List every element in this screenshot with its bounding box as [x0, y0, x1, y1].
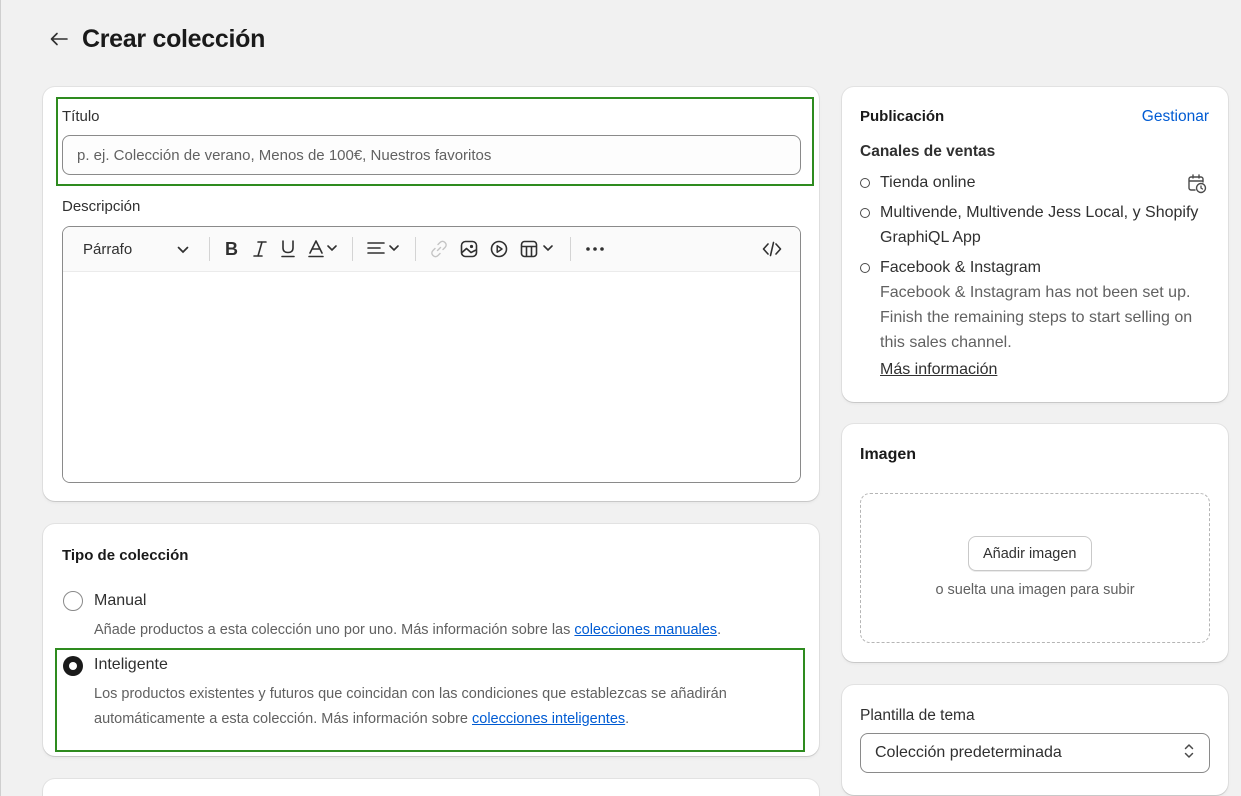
manage-link[interactable]: Gestionar [1142, 108, 1209, 126]
toolbar-divider [209, 237, 210, 261]
manual-help-prefix: Añade productos a esta colección uno por… [94, 622, 575, 638]
more-icon[interactable] [579, 234, 611, 264]
toolbar-divider [415, 237, 416, 261]
table-icon[interactable] [514, 234, 562, 264]
description-editor: Párrafo B [62, 226, 801, 483]
manual-help-suffix: . [717, 622, 722, 638]
drop-hint: o suelta una imagen para subir [935, 582, 1135, 598]
add-image-button[interactable]: Añadir imagen [968, 536, 1092, 571]
facebook-setup-note: Facebook & Instagram has not been set up… [880, 284, 1193, 351]
underline-icon[interactable] [274, 234, 302, 264]
text-color-icon[interactable] [302, 234, 344, 264]
paragraph-format-select[interactable]: Párrafo [83, 241, 201, 258]
bold-icon[interactable]: B [218, 234, 246, 264]
image-icon[interactable] [454, 234, 484, 264]
title-input[interactable] [62, 135, 801, 175]
more-info-link[interactable]: Más información [880, 357, 997, 382]
theme-template-card: Plantilla de tema Colección predetermina… [842, 685, 1228, 795]
smart-help-text: Los productos existentes y futuros que c… [94, 682, 804, 732]
manual-help-text: Añade productos a esta colección uno por… [94, 618, 804, 643]
channel-facebook-instagram: Facebook & Instagram [880, 259, 1041, 276]
page-header: Crear colección [48, 22, 265, 56]
editor-toolbar: Párrafo B [63, 227, 800, 272]
toolbar-divider [570, 237, 571, 261]
image-card: Imagen Añadir imagen o suelta una imagen… [842, 424, 1228, 662]
channel-bullet [860, 178, 870, 188]
collection-type-heading: Tipo de colección [62, 547, 189, 564]
theme-template-select[interactable]: Colección predeterminada [860, 733, 1210, 773]
video-icon[interactable] [484, 234, 514, 264]
chevron-down-icon [177, 241, 189, 258]
image-title: Imagen [860, 446, 917, 463]
collection-type-card: Tipo de colección Manual Añade productos… [43, 524, 819, 756]
smart-radio-label[interactable]: Inteligente [94, 656, 168, 674]
manual-collections-link[interactable]: colecciones manuales [574, 622, 717, 638]
theme-template-label: Plantilla de tema [860, 707, 975, 724]
channel-bullet [860, 263, 870, 273]
image-dropzone[interactable]: Añadir imagen o suelta una imagen para s… [860, 493, 1210, 643]
manual-radio[interactable] [63, 591, 83, 611]
align-icon[interactable] [361, 234, 407, 264]
link-icon[interactable] [424, 234, 454, 264]
description-content-area[interactable] [63, 272, 800, 482]
title-label: Título [62, 108, 100, 125]
smart-help-suffix: . [625, 711, 630, 727]
smart-radio[interactable] [63, 656, 83, 676]
publication-card: Publicación Gestionar Canales de ventas … [842, 87, 1228, 402]
sales-channels-heading: Canales de ventas [860, 143, 996, 160]
window-edge [0, 0, 1, 796]
select-arrows-icon [1183, 742, 1195, 765]
arrow-left-icon[interactable] [48, 28, 70, 50]
conditions-card [43, 779, 819, 796]
smart-help-prefix: Los productos existentes y futuros que c… [94, 686, 727, 727]
toolbar-divider [352, 237, 353, 261]
theme-template-value: Colección predeterminada [875, 744, 1062, 761]
channel-bullet [860, 208, 870, 218]
page-title: Crear colección [82, 24, 266, 53]
code-icon[interactable] [756, 234, 788, 264]
publication-title: Publicación [860, 108, 945, 125]
channel-multivende: Multivende, Multivende Jess Local, y Sho… [880, 204, 1199, 246]
manual-radio-label[interactable]: Manual [94, 592, 146, 610]
channel-online-store: Tienda online [880, 174, 976, 191]
italic-icon[interactable] [246, 234, 274, 264]
description-label: Descripción [62, 198, 141, 215]
schedule-icon[interactable] [1186, 173, 1208, 195]
paragraph-format-label: Párrafo [83, 240, 133, 258]
smart-collections-link[interactable]: colecciones inteligentes [472, 711, 625, 727]
title-description-card: Título Descripción Párrafo B [43, 87, 819, 501]
svg-text:B: B [225, 240, 238, 258]
